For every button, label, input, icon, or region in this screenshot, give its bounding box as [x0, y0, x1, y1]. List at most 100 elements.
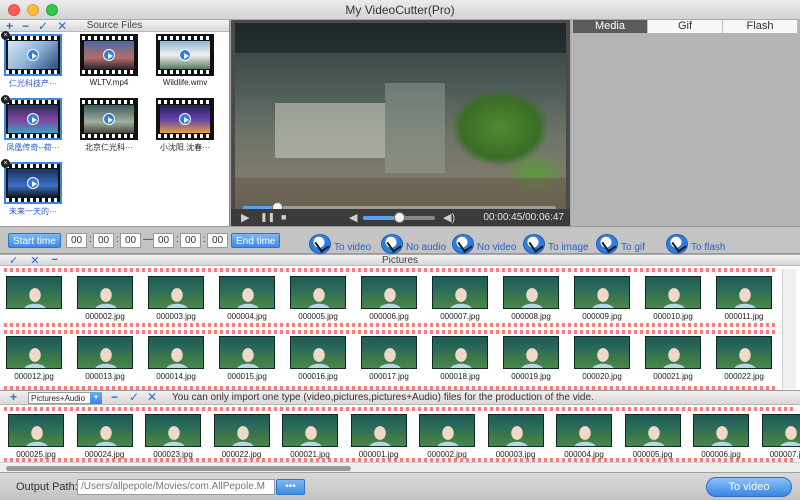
- picture-filename: 000013.jpg: [85, 372, 125, 381]
- play-icon[interactable]: [179, 49, 191, 61]
- end-second-field[interactable]: 00: [207, 233, 228, 248]
- picture-item[interactable]: 000005.jpg: [624, 414, 683, 464]
- end-time-button[interactable]: End time: [231, 233, 281, 248]
- picture-filename: 000005.jpg: [298, 312, 338, 321]
- pictures-scrollbar[interactable]: [782, 269, 796, 389]
- volume-slider[interactable]: [363, 212, 435, 223]
- picture-item[interactable]: 000007.jpg: [432, 276, 490, 326]
- close-icon[interactable]: ×: [1, 95, 10, 104]
- play-icon[interactable]: [27, 113, 39, 125]
- source-file-item[interactable]: Wildlife.wmv: [156, 34, 218, 92]
- picture-item[interactable]: 000021.jpg: [645, 336, 703, 386]
- check-strip-icon[interactable]: ✓: [129, 390, 139, 404]
- source-file-item[interactable]: × 仁光科技产···: [1, 31, 66, 92]
- clear-strip-icon[interactable]: ✕: [147, 390, 157, 404]
- play-icon[interactable]: [103, 49, 115, 61]
- picture-item[interactable]: 000023.jpg: [145, 414, 203, 464]
- start-minute-field[interactable]: 00: [93, 233, 114, 248]
- picture-item[interactable]: 000003.jpg: [148, 276, 206, 326]
- picture-filename: 000022.jpg: [724, 372, 764, 381]
- no-audio-button[interactable]: No audio: [381, 230, 446, 254]
- to-flash-button[interactable]: To flash: [666, 230, 725, 254]
- picture-item[interactable]: 000022.jpg: [213, 414, 272, 464]
- picture-item[interactable]: 000003.jpg: [487, 414, 546, 464]
- play-icon[interactable]: [27, 177, 39, 189]
- tab-media[interactable]: Media: [573, 20, 648, 33]
- stop-icon[interactable]: ■: [281, 212, 286, 222]
- volume-low-icon[interactable]: ◀: [349, 211, 357, 224]
- source-file-item[interactable]: × 凤凰传奇--荷···: [1, 95, 66, 156]
- picture-filename: 000005.jpg: [632, 450, 673, 459]
- picture-item[interactable]: 000017.jpg: [361, 336, 419, 386]
- chevron-down-icon[interactable]: ▾: [90, 392, 102, 404]
- browse-button[interactable]: •••: [276, 479, 305, 495]
- add-strip-icon[interactable]: +: [10, 390, 17, 404]
- picture-item[interactable]: 000014.jpg: [148, 336, 206, 386]
- source-files-panel: + − ✓ ✕ Source Files × 仁光科技产··· WLTV.mp4 Wi…: [0, 19, 230, 226]
- picture-item[interactable]: 000005.jpg: [290, 276, 348, 326]
- picture-item[interactable]: 000002.jpg: [419, 414, 477, 464]
- picture-thumbnail: [148, 336, 204, 369]
- picture-item[interactable]: 000004.jpg: [556, 414, 614, 464]
- source-file-item[interactable]: 北京仁光科···: [80, 98, 142, 156]
- picture-item[interactable]: 000001.jpg: [350, 414, 409, 464]
- picture-item[interactable]: 000025.jpg: [8, 414, 66, 464]
- play-icon[interactable]: [103, 113, 115, 125]
- picture-thumbnail: [693, 414, 749, 447]
- to-gif-button[interactable]: To gif: [596, 230, 645, 254]
- picture-thumbnail: [761, 414, 800, 447]
- start-hour-field[interactable]: 00: [66, 233, 87, 248]
- start-time-button[interactable]: Start time: [8, 233, 61, 248]
- picture-item[interactable]: 000015.jpg: [219, 336, 277, 386]
- picture-item[interactable]: 000018.jpg: [432, 336, 490, 386]
- remove-strip-icon[interactable]: −: [111, 390, 118, 404]
- no-video-button[interactable]: No video: [452, 230, 516, 254]
- source-file-item[interactable]: 小沈阳.沈春···: [156, 98, 218, 156]
- scrollbar-thumb[interactable]: [6, 466, 351, 471]
- volume-handle[interactable]: [394, 212, 405, 223]
- picture-item[interactable]: 000011.jpg: [716, 276, 774, 326]
- picture-item[interactable]: 000019.jpg: [503, 336, 561, 386]
- close-icon[interactable]: ×: [1, 31, 10, 40]
- picture-thumbnail: [503, 336, 559, 369]
- source-file-item[interactable]: × 未来一天的···: [1, 159, 66, 220]
- picture-item[interactable]: 000009.jpg: [574, 276, 632, 326]
- pause-icon[interactable]: ❚❚: [260, 212, 275, 223]
- output-path-field[interactable]: /Users/allpepole/Movies/com.AllPepole.M: [77, 479, 275, 495]
- play-icon[interactable]: [179, 113, 191, 125]
- end-hour-field[interactable]: 00: [153, 233, 174, 248]
- tab-gif[interactable]: Gif: [648, 20, 723, 33]
- source-file-item[interactable]: WLTV.mp4: [80, 34, 142, 92]
- video-preview[interactable]: [235, 23, 566, 213]
- picture-filename: 000011.jpg: [724, 312, 764, 321]
- picture-filename: 000024.jpg: [84, 450, 125, 459]
- start-second-field[interactable]: 00: [120, 233, 141, 248]
- picture-item[interactable]: 000012.jpg: [6, 336, 64, 386]
- picture-item[interactable]: 000008.jpg: [503, 276, 561, 326]
- picture-item[interactable]: [6, 276, 64, 326]
- picture-item[interactable]: 000002.jpg: [77, 276, 135, 326]
- picture-item[interactable]: 000004.jpg: [219, 276, 277, 326]
- picture-item[interactable]: 000006.jpg: [361, 276, 419, 326]
- picture-item[interactable]: 000013.jpg: [77, 336, 135, 386]
- tab-flash[interactable]: Flash: [723, 20, 798, 33]
- to-video-button[interactable]: To video: [706, 477, 792, 497]
- picture-item[interactable]: 000021.jpg: [282, 414, 340, 464]
- picture-item[interactable]: 000007.jpg: [761, 414, 800, 464]
- picture-item[interactable]: 000024.jpg: [76, 414, 135, 464]
- to-image-button[interactable]: To image: [523, 230, 589, 254]
- play-icon[interactable]: ▶: [241, 211, 249, 224]
- picture-item[interactable]: 000010.jpg: [645, 276, 703, 326]
- sequence-scrollbar[interactable]: [0, 462, 800, 472]
- picture-item[interactable]: 000006.jpg: [693, 414, 751, 464]
- picture-item[interactable]: 000020.jpg: [574, 336, 632, 386]
- picture-item[interactable]: 000022.jpg: [716, 336, 774, 386]
- media-type-select[interactable]: Pictures+Audio ▾: [28, 392, 102, 404]
- volume-high-icon[interactable]: ◀): [443, 211, 455, 224]
- end-minute-field[interactable]: 00: [180, 233, 201, 248]
- picture-filename: 000021.jpg: [290, 450, 330, 459]
- close-icon[interactable]: ×: [1, 159, 10, 168]
- play-icon[interactable]: [27, 49, 39, 61]
- to-video-button[interactable]: To video: [309, 230, 371, 254]
- picture-item[interactable]: 000016.jpg: [290, 336, 348, 386]
